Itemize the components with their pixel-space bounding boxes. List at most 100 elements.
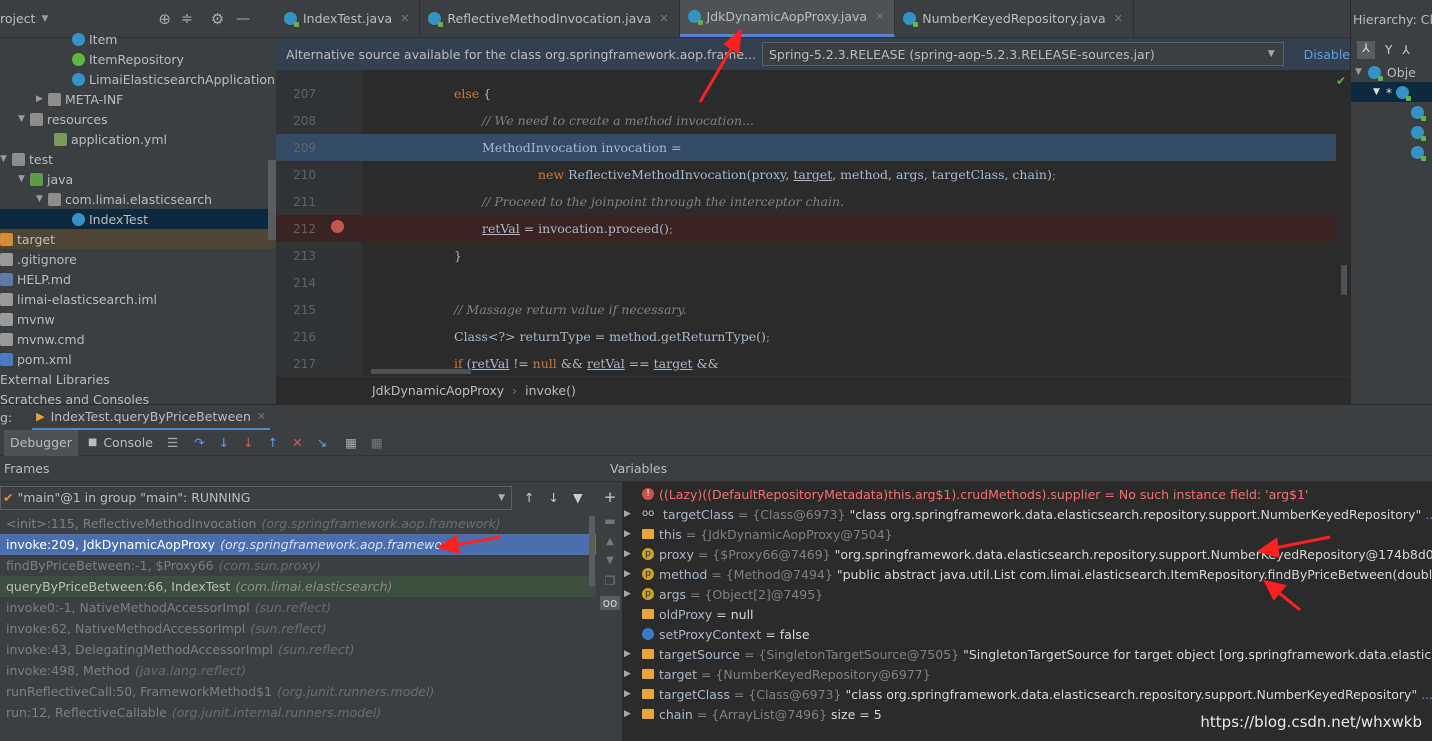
line-number[interactable]: 214 — [276, 276, 316, 290]
code-line[interactable]: 210 new ReflectiveMethodInvocation(proxy,… — [276, 161, 1336, 188]
code-line[interactable]: 209 MethodInvocation invocation = — [276, 134, 1336, 161]
remove-watch-icon[interactable]: ▬ — [598, 514, 622, 528]
breadcrumb-class[interactable]: JdkDynamicAopProxy — [372, 383, 504, 398]
tree-item[interactable]: .gitignore — [0, 249, 276, 269]
hierarchy-root[interactable]: Obje — [1387, 65, 1416, 80]
line-number[interactable]: 207 — [276, 87, 316, 101]
line-number[interactable]: 213 — [276, 249, 316, 263]
variable-row[interactable]: ▶ targetSource = {SingletonTargetSource@75… — [624, 644, 1432, 664]
expand-arrow-icon[interactable]: ▶ — [624, 529, 642, 539]
tree-item[interactable]: ▼ java — [0, 169, 276, 189]
tree-item[interactable]: ▼ resources — [0, 109, 276, 129]
tree-item[interactable]: External Libraries — [0, 369, 276, 389]
frame-row[interactable]: queryByPriceBetween:66, IndexTest (com.li… — [0, 576, 596, 597]
frame-row[interactable]: invoke:498, Method (java.lang.reflect) — [0, 660, 596, 681]
debug-session-tab[interactable]: ▶ IndexTest.queryByPriceBetween ✕ — [32, 405, 271, 431]
frame-row[interactable]: invoke0:-1, NativeMethodAccessorImpl (sun… — [0, 597, 596, 618]
navigate-link[interactable]: ... Navigate — [1421, 687, 1432, 702]
project-dropdown-icon[interactable]: ▼ — [41, 14, 48, 24]
frame-row[interactable]: invoke:43, DelegatingMethodAccessorImpl (… — [0, 639, 596, 660]
glasses-icon[interactable]: oo — [600, 596, 620, 610]
tree-item[interactable]: ▼ com.limai.elasticsearch — [0, 189, 276, 209]
close-icon[interactable]: ✕ — [257, 410, 266, 423]
tree-item[interactable]: Scratches and Consoles — [0, 389, 276, 405]
frame-row[interactable]: invoke:62, NativeMethodAccessorImpl (sun.… — [0, 618, 596, 639]
tree-arrow-icon[interactable]: ▶ — [36, 94, 48, 104]
tab-jdk-dynamic-aop-proxy[interactable]: JdkDynamicAopProxy.java ✕ — [679, 0, 896, 37]
tree-item[interactable]: LimaiElasticsearchApplication — [0, 69, 276, 89]
tab-debugger[interactable]: Debugger — [4, 429, 78, 456]
code-line[interactable]: 208 // We need to create a method invocat… — [276, 107, 1336, 134]
tree-arrow-icon[interactable]: ▼ — [18, 174, 30, 184]
breakpoint-icon[interactable] — [331, 220, 344, 233]
frame-row[interactable]: invoke:209, JdkDynamicAopProxy (org.sprin… — [0, 534, 596, 555]
thread-select[interactable]: ✔ "main"@1 in group "main": RUNNING ▼ — [0, 485, 512, 510]
code-line[interactable]: 211 // Proceed to the joinpoint through t… — [276, 188, 1336, 215]
locate-icon[interactable]: ⊕ — [158, 10, 171, 28]
move-up-icon[interactable]: ▲ — [598, 536, 622, 547]
tree-arrow-icon[interactable]: ▼ — [18, 114, 30, 124]
code-line[interactable]: 213} — [276, 242, 1336, 269]
tree-item[interactable]: application.yml — [0, 129, 276, 149]
editor-scrollbar[interactable] — [1341, 265, 1347, 295]
evaluate-icon[interactable]: ▦ — [345, 435, 357, 450]
close-icon[interactable]: ✕ — [659, 12, 668, 25]
expand-arrow-icon[interactable]: ▶ — [624, 689, 642, 699]
variable-row[interactable]: ▶ p method = {Method@7494} "public abstract … — [624, 564, 1432, 584]
tree-item[interactable]: pom.xml — [0, 349, 276, 369]
line-number[interactable]: 209 — [276, 141, 316, 155]
tree-arrow-icon[interactable]: ▼ — [0, 154, 12, 164]
expand-arrow-icon[interactable]: ▶ — [624, 509, 642, 519]
source-select[interactable]: Spring-5.2.3.RELEASE (spring-aop-5.2.3.R… — [761, 42, 1284, 66]
type-hierarchy-icon[interactable]: ⅄ — [1402, 43, 1409, 57]
line-number[interactable]: 211 — [276, 195, 316, 209]
tree-item[interactable]: ItemRepository — [0, 49, 276, 69]
variable-row[interactable]: ▶ targetClass = {Class@6973} "class org.spr… — [624, 684, 1432, 704]
tab-indextest[interactable]: IndexTest.java ✕ — [276, 0, 421, 37]
tree-item[interactable]: IndexTest — [0, 209, 276, 229]
tree-item[interactable]: HELP.md — [0, 269, 276, 289]
tree-item[interactable]: Item — [0, 29, 276, 49]
tab-reflective-method-invocation[interactable]: ReflectiveMethodInvocation.java ✕ — [420, 0, 680, 37]
variable-row[interactable]: oldProxy = null — [624, 604, 1432, 624]
supertypes-icon[interactable]: Y — [1385, 43, 1392, 57]
code-line[interactable]: 216 Class<?> returnType = method.getRetur… — [276, 323, 1336, 350]
move-down-icon[interactable]: ▼ — [598, 555, 622, 566]
close-icon[interactable]: ✕ — [1114, 12, 1123, 25]
navigate-link[interactable]: ... Navigate — [1425, 507, 1432, 522]
close-icon[interactable]: ✕ — [875, 10, 884, 23]
horizontal-scrollbar[interactable] — [371, 369, 471, 374]
expand-arrow-icon[interactable]: ▶ — [624, 709, 642, 719]
expand-arrow-icon[interactable]: ▶ — [624, 589, 642, 599]
variable-row[interactable]: ▶ target = {NumberKeyedRepository@6977} — [624, 664, 1432, 684]
expand-arrow-icon[interactable]: ▶ — [624, 669, 642, 679]
frame-row[interactable]: run:12, ReflectiveCallable (org.junit.int… — [0, 702, 596, 723]
step-over-icon[interactable]: ↓ — [219, 435, 229, 450]
variable-row[interactable]: ▶ p proxy = {$Proxy66@7469} "org.springframe… — [624, 544, 1432, 564]
line-number[interactable]: 217 — [276, 357, 316, 371]
filter-icon[interactable]: ▼ — [573, 490, 583, 505]
tab-number-keyed-repository[interactable]: NumberKeyedRepository.java ✕ — [895, 0, 1134, 37]
disable-link[interactable]: Disable — [1304, 47, 1350, 62]
line-number[interactable]: 208 — [276, 114, 316, 128]
expand-arrow-icon[interactable]: ▶ — [624, 549, 642, 559]
variable-row[interactable]: ! ((Lazy)((DefaultRepositoryMetadata)this… — [624, 484, 1432, 504]
show-execution-point-icon[interactable]: ↷ — [194, 435, 204, 450]
line-number[interactable]: 212 — [276, 222, 316, 236]
variable-row[interactable]: ▶ this = {JdkDynamicAopProxy@7504} — [624, 524, 1432, 544]
tab-console[interactable]: Console — [103, 435, 153, 450]
subtypes-icon[interactable]: ⅄ — [1357, 41, 1375, 59]
expand-arrow-icon[interactable]: ▶ — [624, 649, 642, 659]
line-number[interactable]: 216 — [276, 330, 316, 344]
frame-up-icon[interactable]: ↑ — [524, 490, 534, 505]
frame-row[interactable]: findByPriceBetween:-1, $Proxy66 (com.sun.… — [0, 555, 596, 576]
tree-scrollbar[interactable] — [268, 160, 276, 240]
breadcrumb-method[interactable]: invoke() — [525, 383, 576, 398]
code-line[interactable]: 214 — [276, 269, 1336, 296]
menu-icon[interactable]: ☰ — [167, 435, 178, 450]
collapse-icon[interactable]: ≑ — [181, 11, 193, 27]
copy-icon[interactable]: ❐ — [598, 574, 622, 588]
line-number[interactable]: 210 — [276, 168, 316, 182]
code-line[interactable]: 207 else { — [276, 80, 1336, 107]
frame-down-icon[interactable]: ↓ — [548, 490, 558, 505]
